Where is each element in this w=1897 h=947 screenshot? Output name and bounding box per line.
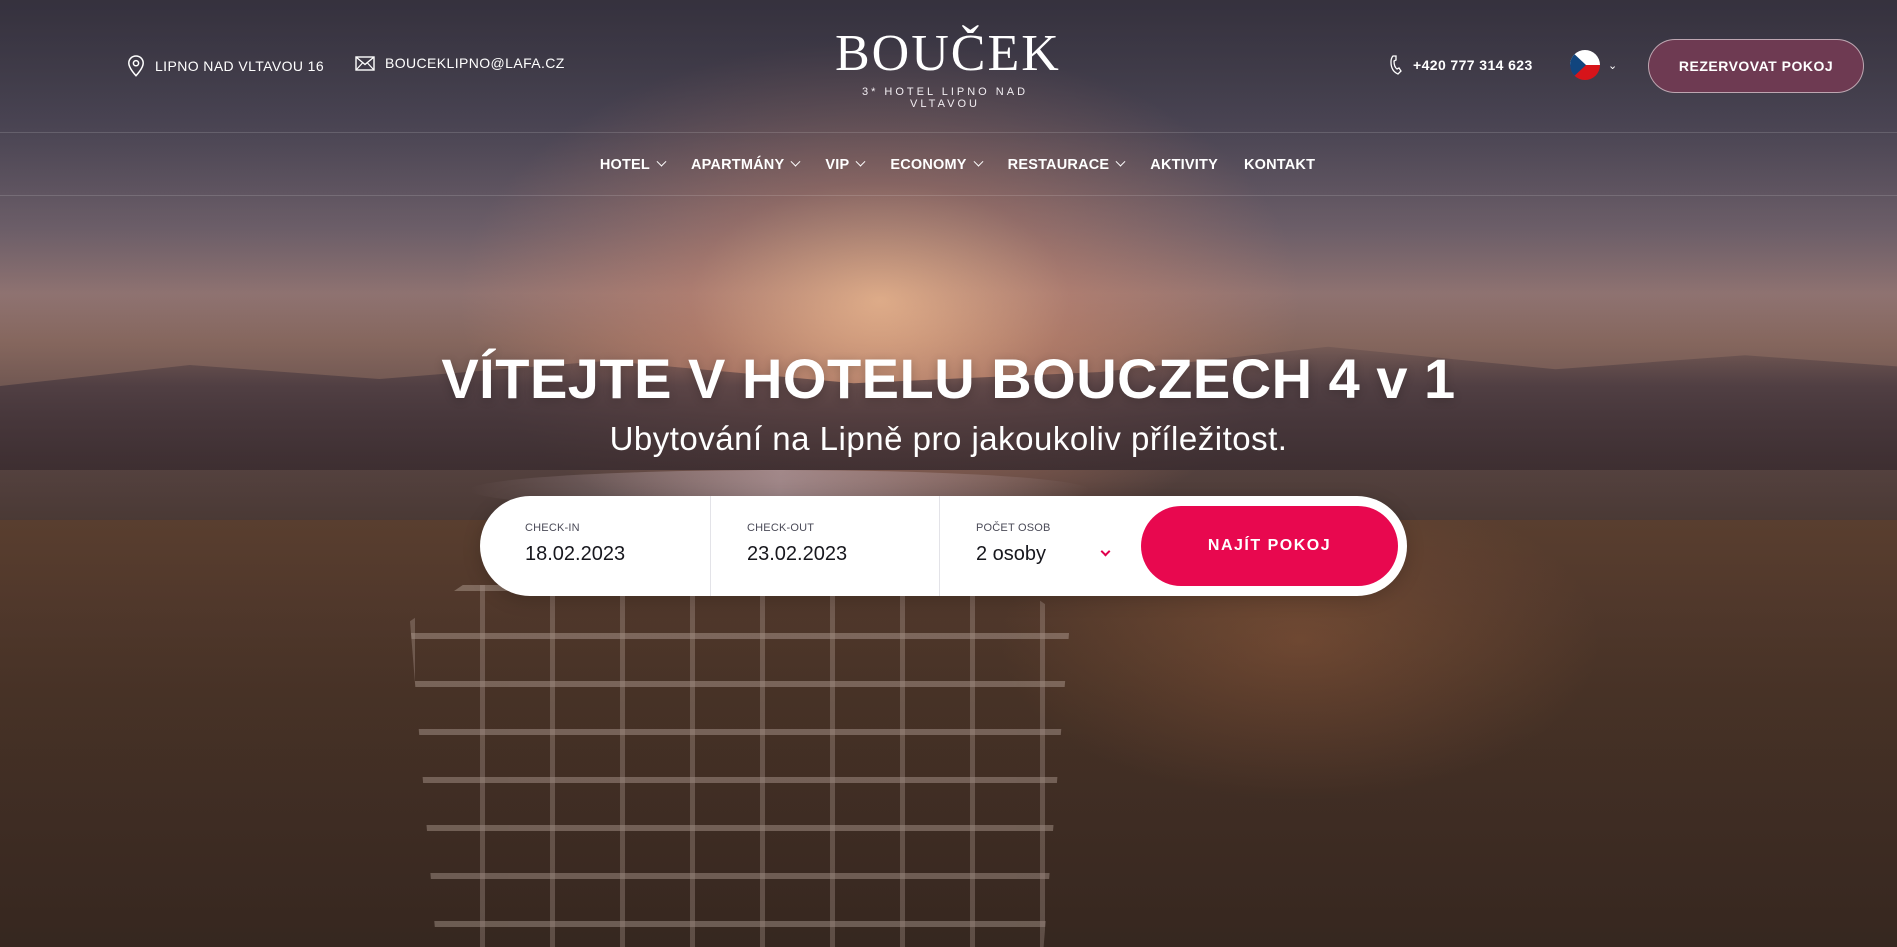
nav-item-economy[interactable]: ECONOMY [890,156,984,173]
logo[interactable]: BOUČEK 3* HOTEL LIPNO NAD VLTAVOU [835,25,1061,111]
email-item[interactable]: BOUCEKLIPNO@LAFA.CZ [355,55,565,71]
checkout-value[interactable]: 23.02.2023 [747,543,939,566]
nav-item-label: RESTAURACE [1007,156,1110,173]
nav-item-apartmany[interactable]: APARTMÁNY [690,156,801,173]
nav-item-label: HOTEL [599,156,650,173]
nav-item-label: KONTAKT [1243,156,1316,173]
find-room-button[interactable]: NAJÍT POKOJ [1141,506,1398,586]
nav-item-label: VIP [825,156,850,173]
chevron-down-icon [656,156,667,167]
phone-item[interactable]: +420 777 314 623 [1389,55,1533,75]
phone-icon [1389,55,1403,75]
checkout-field[interactable]: CHECK-OUT 23.02.2023 [710,496,939,596]
nav-item-label: ECONOMY [890,156,967,173]
nav-item-label: AKTIVITY [1150,156,1218,173]
chevron-down-icon [1115,156,1126,167]
nav-item-aktivity[interactable]: AKTIVITY [1150,157,1218,173]
persons-select[interactable]: POČET OSOB 2 osoby [939,496,1139,596]
persons-value[interactable]: 2 osoby [976,543,1139,566]
flag-cz-icon [1570,50,1600,80]
checkin-field[interactable]: CHECK-IN 18.02.2023 [480,496,710,596]
nav-item-hotel[interactable]: HOTEL [599,156,667,173]
address-text: LIPNO NAD VLTAVOU 16 [155,58,325,74]
checkout-label: CHECK-OUT [747,522,815,534]
hero-title: VÍTEJTE V HOTELU BOUCZECH 4 v 1 [441,347,1456,410]
main-nav: HOTEL APARTMÁNY VIP ECONOMY RESTAURACE A… [0,134,1897,196]
checkin-value[interactable]: 18.02.2023 [525,543,710,566]
top-bar: LIPNO NAD VLTAVOU 16 BOUCEKLIPNO@LAFA.CZ… [0,0,1897,133]
nav-item-restaurace[interactable]: RESTAURACE [1007,156,1126,173]
mail-icon [355,55,375,71]
chevron-down-icon [790,156,801,167]
chevron-down-icon [855,156,866,167]
map-pin-icon [127,55,145,77]
address-item[interactable]: LIPNO NAD VLTAVOU 16 [127,55,324,77]
nav-item-kontakt[interactable]: KONTAKT [1244,157,1315,173]
nav-item-label: APARTMÁNY [690,156,785,173]
phone-text: +420 777 314 623 [1413,57,1533,73]
chevron-down-icon [973,156,984,167]
chevron-down-icon: ⌄ [1608,59,1618,72]
persons-label: POČET OSOB [976,522,1051,534]
language-selector[interactable]: ⌄ [1570,50,1617,80]
hero-subtitle: Ubytování na Lipně pro jakoukoliv přílež… [609,420,1288,457]
logo-name: BOUČEK [835,25,1061,82]
nav-item-vip[interactable]: VIP [825,156,866,173]
checkin-label: CHECK-IN [525,522,580,534]
booking-form: CHECK-IN 18.02.2023 CHECK-OUT 23.02.2023… [480,496,1407,596]
reserve-room-button[interactable]: REZERVOVAT POKOJ [1648,39,1864,93]
email-text: BOUCEKLIPNO@LAFA.CZ [385,55,565,71]
logo-subtitle: 3* HOTEL LIPNO NAD VLTAVOU [861,86,1029,110]
